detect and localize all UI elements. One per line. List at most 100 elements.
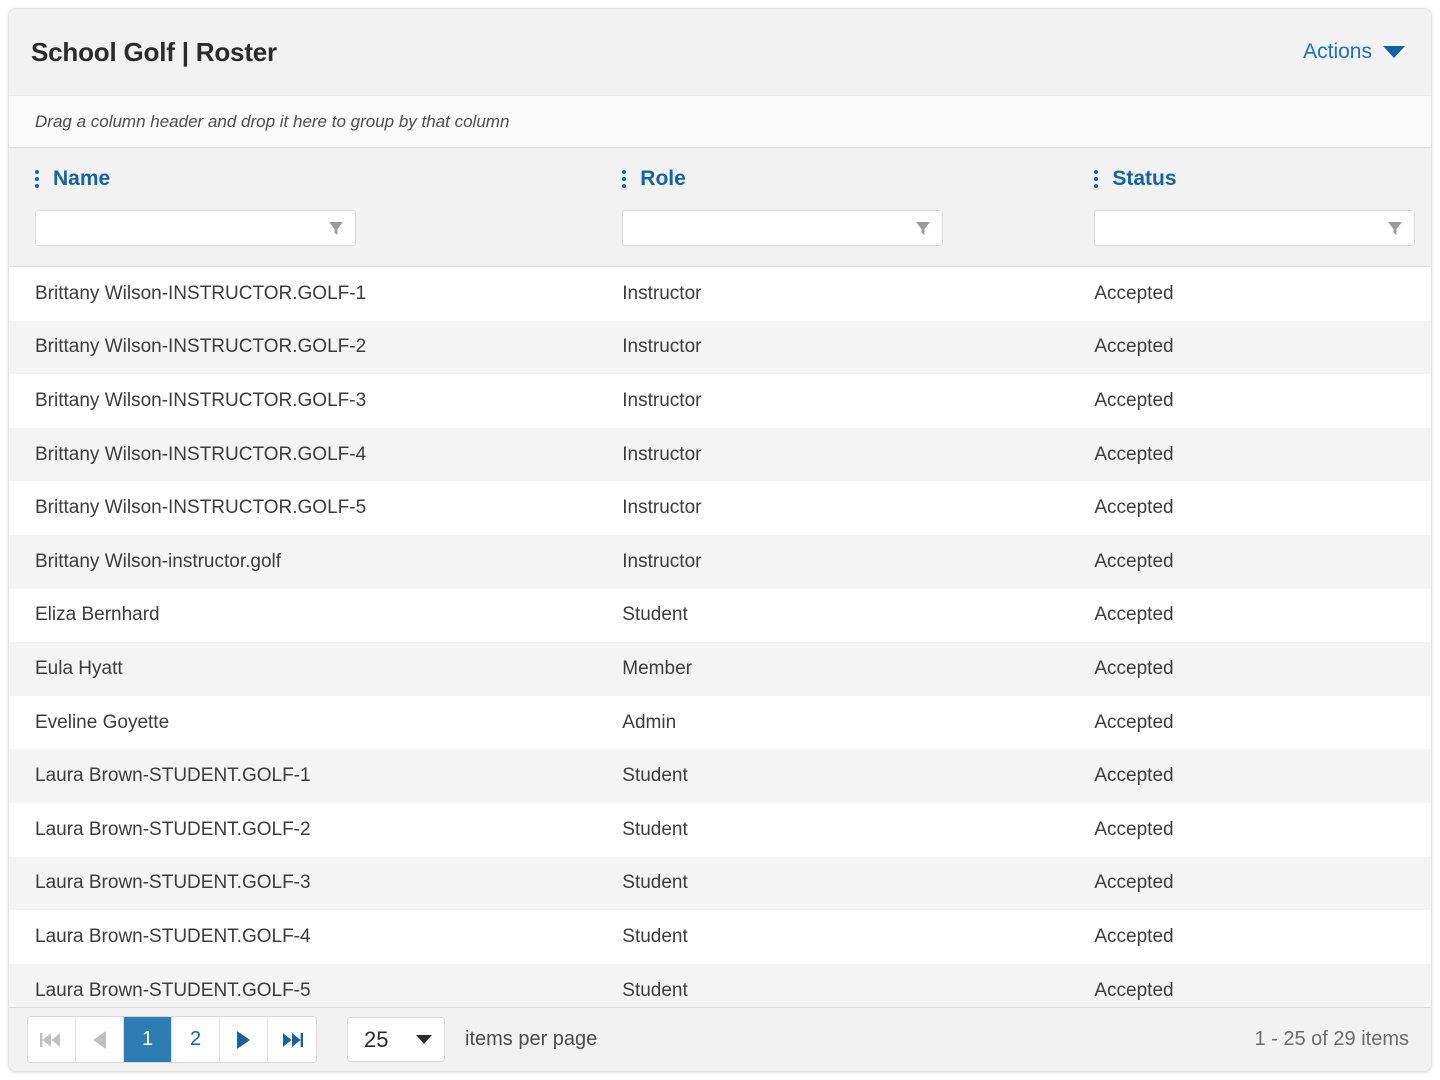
table-row[interactable]: Eveline Goyette Admin Accepted — [9, 695, 1431, 750]
filter-input-name[interactable] — [36, 211, 327, 245]
column-header-label: Role — [640, 167, 686, 190]
table-cell-status: Accepted — [1068, 336, 1431, 358]
cell-text: Instructor — [622, 389, 702, 411]
filter-funnel-icon[interactable] — [910, 215, 936, 241]
table-cell-status: Accepted — [1068, 872, 1431, 894]
kebab-menu-icon[interactable] — [35, 170, 43, 188]
cell-text: Instructor — [622, 282, 702, 304]
cell-text: Accepted — [1094, 282, 1174, 304]
filter-funnel-icon[interactable] — [1382, 215, 1408, 241]
column-header-label: Name — [53, 167, 111, 190]
table-cell-role: Student — [596, 819, 1068, 841]
cell-text: Brittany Wilson-INSTRUCTOR.GOLF-5 — [35, 497, 367, 519]
cell-text: Accepted — [1094, 550, 1174, 572]
column-header-status[interactable]: Status — [1068, 167, 1431, 191]
cell-text: Instructor — [622, 336, 702, 358]
page-title: School Golf | Roster — [31, 36, 277, 67]
cell-text: Member — [622, 657, 692, 679]
cell-text: Eliza Bernhard — [35, 604, 160, 626]
cell-text: Brittany Wilson-INSTRUCTOR.GOLF-3 — [35, 389, 367, 411]
table-row[interactable]: Laura Brown-STUDENT.GOLF-2 Student Accepte… — [9, 802, 1431, 857]
table-cell-name: Eveline Goyette — [9, 712, 596, 734]
cell-text: Brittany Wilson-instructor.golf — [35, 550, 282, 572]
cell-text: Accepted — [1094, 389, 1174, 411]
cell-text: Student — [622, 604, 688, 626]
kebab-menu-icon[interactable] — [1094, 170, 1102, 188]
chevron-down-icon — [416, 1035, 432, 1044]
previous-page-icon[interactable] — [76, 1017, 124, 1062]
table-cell-name: Brittany Wilson-INSTRUCTOR.GOLF-3 — [9, 390, 596, 412]
cell-text: Accepted — [1094, 657, 1174, 679]
table-cell-role: Instructor — [596, 497, 1068, 519]
table-cell-name: Laura Brown-STUDENT.GOLF-2 — [9, 819, 596, 841]
cell-text: Student — [622, 872, 688, 894]
next-page-icon[interactable] — [220, 1017, 268, 1062]
cell-text: Instructor — [622, 443, 702, 465]
go-to-last-page-icon[interactable] — [268, 1017, 316, 1062]
cell-text: Laura Brown-STUDENT.GOLF-4 — [35, 925, 311, 947]
filter-funnel-icon[interactable] — [323, 215, 349, 241]
table-cell-status: Accepted — [1068, 819, 1431, 841]
table-row[interactable]: Laura Brown-STUDENT.GOLF-3 Student Accepte… — [9, 856, 1431, 911]
column-header-role[interactable]: Role — [596, 167, 1068, 191]
table-cell-name: Eula Hyatt — [9, 658, 596, 680]
table-cell-name: Eliza Bernhard — [9, 604, 596, 626]
table-cell-status: Accepted — [1068, 765, 1431, 787]
table-row[interactable]: Laura Brown-STUDENT.GOLF-4 Student Accepte… — [9, 910, 1431, 964]
table-cell-role: Student — [596, 872, 1068, 894]
table-cell-status: Accepted — [1068, 390, 1431, 412]
table-row[interactable]: Laura Brown-STUDENT.GOLF-5 Student Accepte… — [9, 963, 1431, 1007]
page-size-select[interactable]: 25 — [347, 1017, 445, 1062]
table-cell-status: Accepted — [1068, 551, 1431, 573]
cell-text: Laura Brown-STUDENT.GOLF-2 — [35, 818, 311, 840]
pager-page-2[interactable]: 2 — [172, 1017, 220, 1062]
table-row[interactable]: Laura Brown-STUDENT.GOLF-1 Student Accepte… — [9, 749, 1431, 803]
cell-text: Laura Brown-STUDENT.GOLF-1 — [35, 765, 311, 787]
table-row[interactable]: Brittany Wilson-INSTRUCTOR.GOLF-4 Instruc… — [9, 427, 1431, 482]
filter-cell-status — [1068, 210, 1431, 246]
table-cell-name: Brittany Wilson-instructor.golf — [9, 551, 596, 573]
pager-page-1[interactable]: 1 — [124, 1017, 172, 1062]
table-row[interactable]: Brittany Wilson-INSTRUCTOR.GOLF-3 Instruc… — [9, 374, 1431, 428]
page-size-value: 25 — [364, 1026, 389, 1052]
filter-input-role[interactable] — [623, 211, 915, 245]
cell-text: Eula Hyatt — [35, 657, 123, 679]
table-cell-status: Accepted — [1068, 712, 1431, 734]
table-cell-name: Laura Brown-STUDENT.GOLF-5 — [9, 980, 596, 1002]
pager-items-info: 1 - 25 of 29 items — [1254, 1028, 1409, 1050]
table-cell-status: Accepted — [1068, 444, 1431, 466]
cell-text: Accepted — [1094, 497, 1174, 519]
column-header-name[interactable]: Name — [9, 167, 596, 191]
table-row[interactable]: Brittany Wilson-instructor.golf Instructo… — [9, 534, 1431, 589]
cell-text: Brittany Wilson-INSTRUCTOR.GOLF-1 — [35, 282, 367, 304]
cell-text: Laura Brown-STUDENT.GOLF-5 — [35, 979, 311, 1001]
cell-text: Laura Brown-STUDENT.GOLF-3 — [35, 872, 311, 894]
table-cell-status: Accepted — [1068, 658, 1431, 680]
table-row[interactable]: Eula Hyatt Member Accepted — [9, 642, 1431, 696]
chevron-down-icon — [1383, 46, 1405, 58]
filter-input-status[interactable] — [1095, 211, 1387, 245]
table-row[interactable]: Eliza Bernhard Student Accepted — [9, 588, 1431, 643]
cell-text: Accepted — [1094, 711, 1174, 733]
go-to-first-page-icon[interactable] — [28, 1017, 76, 1062]
card-title-bar: School Golf | Roster Actions — [9, 9, 1431, 95]
table-row[interactable]: Brittany Wilson-INSTRUCTOR.GOLF-5 Instruc… — [9, 481, 1431, 535]
cell-text: Brittany Wilson-INSTRUCTOR.GOLF-4 — [35, 443, 367, 465]
table-cell-role: Student — [596, 604, 1068, 626]
table-cell-name: Laura Brown-STUDENT.GOLF-4 — [9, 926, 596, 948]
table-row[interactable]: Brittany Wilson-INSTRUCTOR.GOLF-1 Instruc… — [9, 267, 1431, 321]
kebab-menu-icon[interactable] — [622, 170, 630, 188]
table-row[interactable]: Brittany Wilson-INSTRUCTOR.GOLF-2 Instruc… — [9, 320, 1431, 375]
grid-header: Name Role Status — [9, 148, 1431, 267]
items-per-page-label: items per page — [465, 1028, 598, 1050]
table-cell-role: Student — [596, 765, 1068, 787]
table-cell-role: Student — [596, 980, 1068, 1002]
actions-menu-button[interactable]: Actions — [1299, 36, 1409, 68]
filter-cell-role — [596, 210, 1068, 246]
table-cell-role: Admin — [596, 712, 1068, 734]
cell-text: Accepted — [1094, 979, 1174, 1001]
cell-text: Accepted — [1094, 872, 1174, 894]
actions-label: Actions — [1303, 40, 1372, 63]
group-by-dropzone[interactable]: Drag a column header and drop it here to… — [9, 95, 1431, 148]
table-cell-name: Brittany Wilson-INSTRUCTOR.GOLF-5 — [9, 497, 596, 519]
